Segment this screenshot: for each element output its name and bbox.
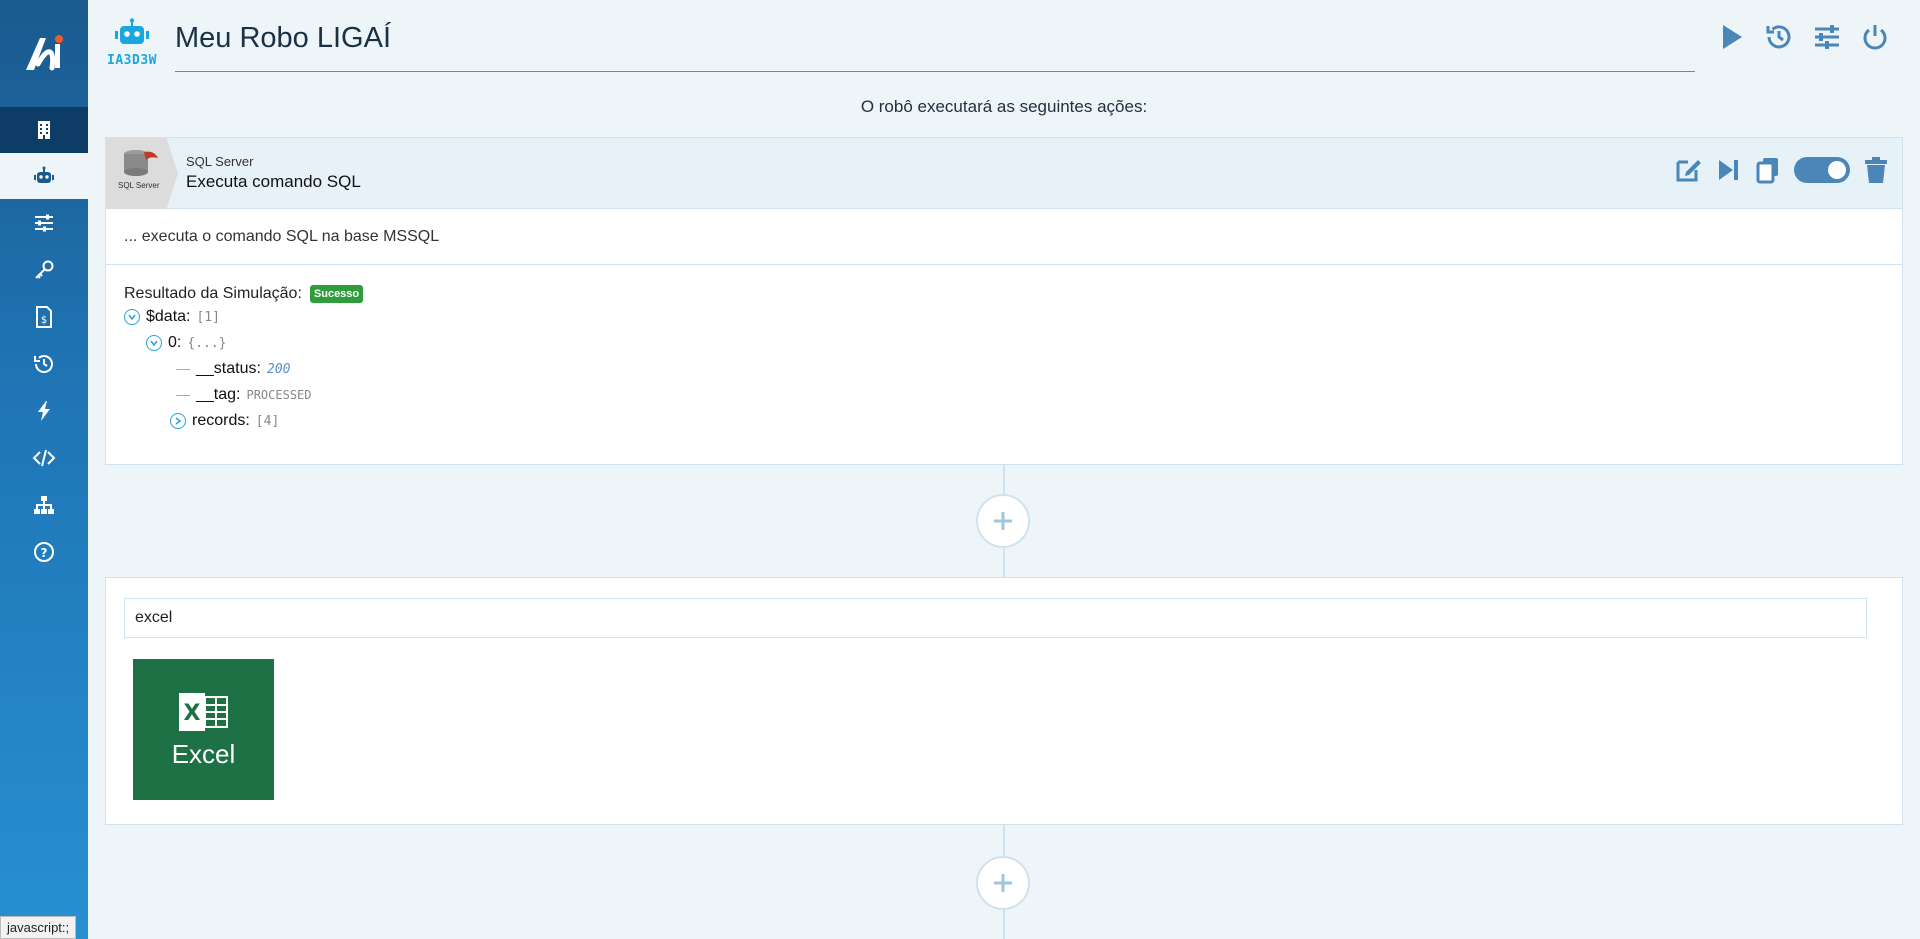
tree-value: 200 (266, 361, 291, 377)
edit-icon[interactable] (1674, 156, 1702, 184)
network-icon (34, 495, 54, 514)
tree-key: $data: (146, 308, 191, 325)
page-title-wrap: Meu Robo LIGAÍ (175, 22, 1695, 72)
sidebar-item-history[interactable] (0, 340, 88, 387)
plus-icon (994, 512, 1012, 530)
tree-key: records: (192, 412, 250, 429)
sliders-icon[interactable] (1812, 22, 1842, 52)
step-forward-icon[interactable] (1714, 156, 1742, 184)
simulation-result: Resultado da Simulação: Sucesso $data: [… (106, 265, 1902, 453)
tree-key: __status: (196, 360, 261, 377)
sidebar-item-billing[interactable]: $ (0, 293, 88, 340)
sidebar-item-robots[interactable] (0, 153, 88, 199)
robot-icon (115, 18, 149, 44)
power-icon[interactable] (1860, 22, 1890, 52)
trash-icon[interactable] (1862, 156, 1890, 184)
enabled-toggle[interactable] (1794, 157, 1850, 183)
tree-value: [1] (196, 309, 220, 325)
thumbnail-caption: SQL Server (118, 181, 160, 190)
result-tile-label: Excel (171, 739, 236, 769)
add-action-button[interactable] (976, 856, 1030, 910)
action-card-sql: SQL Server SQL Server Executa comando SQ… (105, 137, 1903, 465)
tree-connector (176, 368, 190, 370)
action-description: ... executa o comando SQL na base MSSQL (106, 209, 1902, 265)
tree-value: [4] (255, 413, 280, 429)
key-icon (35, 260, 54, 279)
sidebar-item-triggers[interactable] (0, 387, 88, 434)
browser-status-bar: javascript:; (0, 916, 77, 939)
app-logo[interactable] (0, 0, 88, 107)
play-icon[interactable] (1716, 22, 1746, 52)
sidebar: $ ? (0, 0, 88, 939)
action-kind: SQL Server (186, 154, 254, 169)
history-icon[interactable] (1764, 22, 1794, 52)
database-icon (124, 150, 158, 176)
tree-node-records: records: [4] (124, 409, 1884, 433)
sql-server-thumbnail: SQL Server (106, 138, 178, 209)
tree-node-item: 0: {...} (124, 331, 1884, 355)
status-badge: Sucesso (309, 285, 364, 303)
bolt-icon (38, 400, 50, 421)
tree-node-data: $data: [1] (124, 305, 1884, 329)
sliders-icon (35, 214, 53, 231)
simulation-title-row: Resultado da Simulação: Sucesso (124, 285, 1884, 303)
tree-connector (176, 394, 190, 396)
result-tile-excel[interactable]: X Excel (133, 659, 274, 800)
svg-text:$: $ (41, 315, 47, 326)
simulation-title: Resultado da Simulação: (124, 285, 302, 302)
help-icon: ? (34, 541, 54, 562)
excel-icon: X (178, 693, 228, 731)
robot-icon (34, 166, 54, 183)
chevron-down-icon[interactable] (124, 309, 140, 325)
add-action-button[interactable] (976, 494, 1030, 548)
chevron-right-icon[interactable] (170, 413, 186, 429)
page-title[interactable]: Meu Robo LIGAÍ (175, 22, 1695, 55)
sidebar-item-settings[interactable] (0, 199, 88, 246)
header-actions (1716, 22, 1890, 52)
sidebar-item-developer[interactable] (0, 434, 88, 481)
robot-badge: IA3D3W (104, 18, 160, 68)
plus-icon (994, 874, 1012, 892)
actions-subtitle: O robô executará as seguintes ações: (860, 97, 1148, 116)
sidebar-item-companies[interactable] (0, 107, 88, 153)
sidebar-item-network[interactable] (0, 481, 88, 528)
tree-node-status: __status: 200 (124, 357, 1884, 381)
tree-value: {...} (187, 335, 227, 351)
invoice-icon: $ (36, 305, 52, 328)
sidebar-item-credentials[interactable] (0, 246, 88, 293)
robot-code: IA3D3W (107, 53, 157, 68)
action-card-tools (1674, 156, 1890, 184)
toggle-knob (1828, 161, 1846, 179)
history-icon (34, 354, 53, 373)
tree-key: 0: (168, 334, 182, 351)
code-icon (32, 449, 56, 466)
tree-value: PROCESSED (246, 388, 312, 402)
svg-text:?: ? (41, 546, 48, 560)
add-action-panel: X Excel (105, 577, 1903, 825)
ligai-logo-icon (26, 34, 63, 70)
copy-icon[interactable] (1754, 156, 1782, 184)
sidebar-item-help[interactable]: ? (0, 528, 88, 575)
action-card-header[interactable]: SQL Server SQL Server Executa comando SQ… (106, 138, 1902, 209)
action-search-input[interactable] (124, 598, 1867, 638)
action-name: Executa comando SQL (186, 172, 361, 191)
svg-text:X: X (183, 701, 200, 726)
tree-key: __tag: (196, 386, 241, 403)
chevron-down-icon[interactable] (146, 335, 162, 351)
building-icon (38, 121, 50, 139)
tree-node-tag: __tag: PROCESSED (124, 383, 1884, 407)
